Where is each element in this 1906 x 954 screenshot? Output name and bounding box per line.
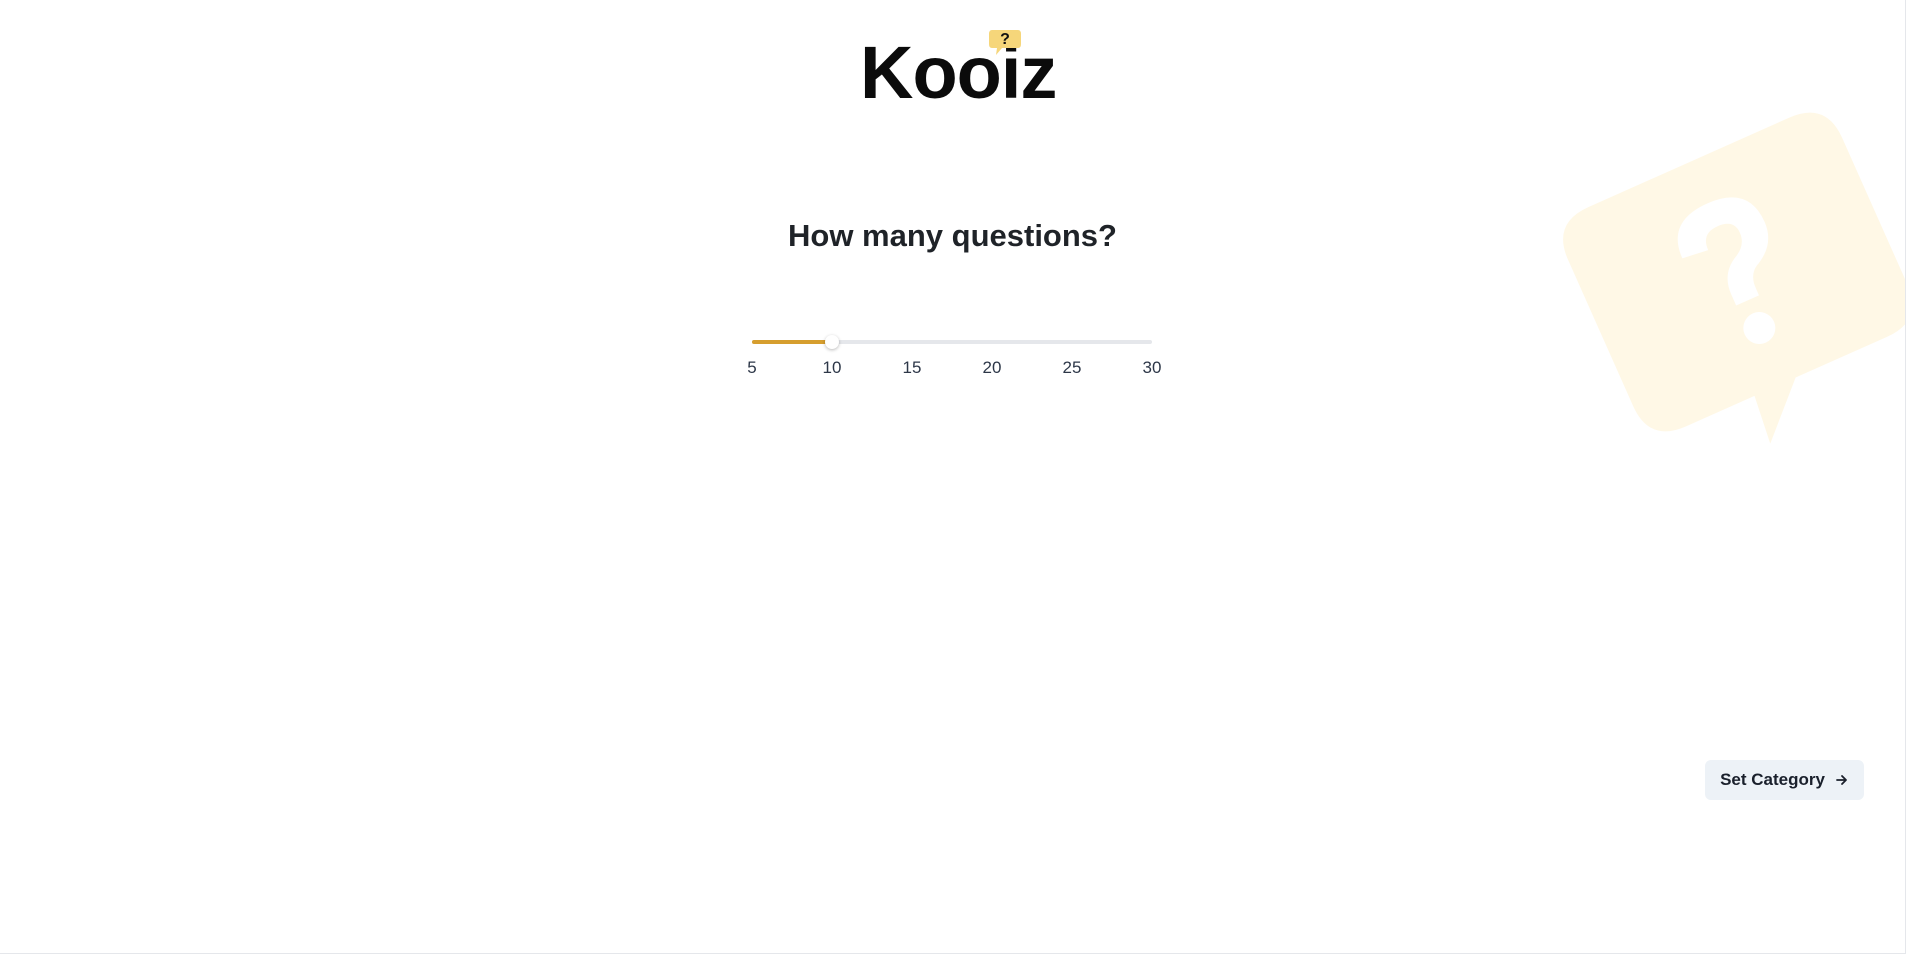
- slider-tick-labels: 5 10 15 20 25 30: [747, 358, 1161, 382]
- set-category-label: Set Category: [1720, 770, 1825, 789]
- question-bubble-icon: [1563, 112, 1905, 444]
- question-count-slider[interactable]: [752, 334, 1152, 350]
- arrow-right-icon: [1836, 775, 1847, 785]
- slider-tick-label: 5: [747, 358, 757, 377]
- logo-bubble-glyph: ?: [1000, 31, 1010, 48]
- slider-tick-label: 15: [902, 358, 922, 377]
- set-category-button[interactable]: Set Category: [1705, 760, 1864, 800]
- slider-tick-label: 20: [982, 358, 1002, 377]
- page: Kooiz ? How many questions? 5 10 15 20 25 30 …: [0, 0, 1906, 954]
- slider-tick-label: 25: [1062, 358, 1082, 377]
- slider-thumb[interactable]: [825, 335, 839, 349]
- slider-tick-label: 30: [1142, 358, 1162, 377]
- logo-text: Kooiz: [860, 31, 1057, 114]
- slider-tick-label: 10: [822, 358, 842, 377]
- slider-filled-track: [752, 340, 832, 344]
- logo-bubble-icon: ?: [989, 30, 1021, 55]
- logo: Kooiz ?: [860, 28, 1060, 114]
